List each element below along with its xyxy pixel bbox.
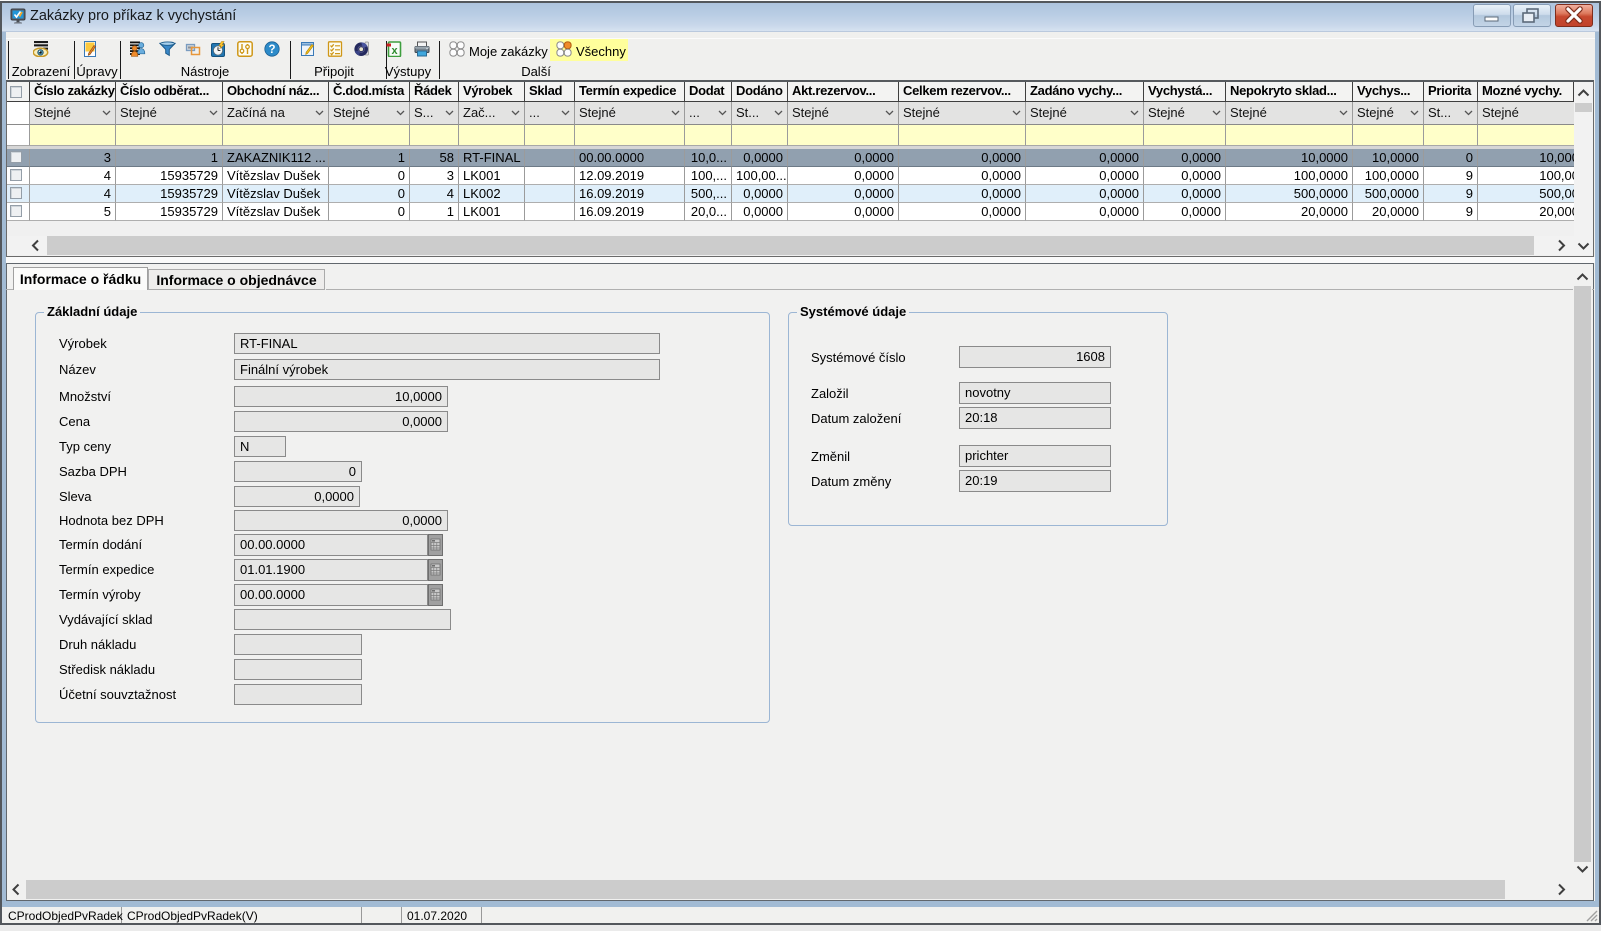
svg-text:x: x	[392, 45, 399, 57]
svg-text:?: ?	[268, 44, 275, 56]
